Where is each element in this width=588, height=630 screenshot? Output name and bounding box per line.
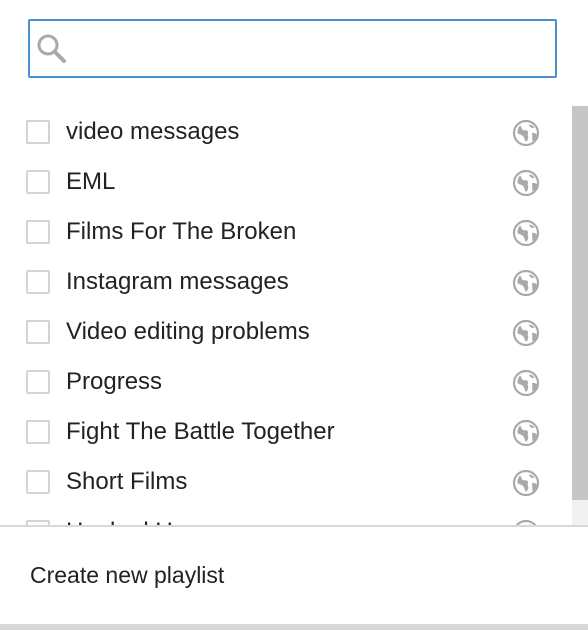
search-icon [37, 34, 66, 63]
playlist-label: Progress [66, 368, 163, 395]
create-new-playlist-button[interactable]: Create new playlist [30, 562, 224, 589]
playlist-checkbox[interactable] [26, 470, 50, 494]
scrollbar-thumb[interactable] [572, 106, 588, 500]
playlist-label: Short Films [66, 468, 188, 495]
playlist-checkbox[interactable] [26, 270, 50, 294]
divider [0, 525, 588, 527]
playlist-label: Films For The Broken [66, 218, 297, 245]
playlist-item[interactable]: Short Films [0, 456, 560, 506]
globe-icon [512, 169, 540, 197]
playlist-checkbox[interactable] [26, 120, 50, 144]
playlist-label: video messages [66, 118, 240, 145]
playlist-item[interactable]: Video editing problems [0, 306, 560, 356]
playlist-label: EML [66, 168, 116, 195]
playlist-item[interactable]: Instagram messages [0, 256, 560, 306]
globe-icon [512, 119, 540, 147]
search-box[interactable] [28, 19, 557, 78]
playlist-label: Fight The Battle Together [66, 418, 335, 445]
playlist-checkbox[interactable] [26, 320, 50, 344]
playlist-item[interactable]: Films For The Broken [0, 206, 560, 256]
playlist-item[interactable]: video messages [0, 106, 560, 156]
playlist-label: Video editing problems [66, 318, 310, 345]
playlist-checkbox[interactable] [26, 420, 50, 444]
playlist-item[interactable]: EML [0, 156, 560, 206]
scrollbar[interactable] [572, 106, 588, 526]
playlist-list: video messages EML Films For The Broken Ins… [0, 106, 588, 526]
playlist-item[interactable]: Hooked Up [0, 506, 560, 526]
search-input[interactable] [78, 29, 552, 71]
playlist-item[interactable]: Progress [0, 356, 560, 406]
globe-icon [512, 269, 540, 297]
playlist-item[interactable]: Fight The Battle Together [0, 406, 560, 456]
globe-icon [512, 419, 540, 447]
playlist-checkbox[interactable] [26, 370, 50, 394]
globe-icon [512, 369, 540, 397]
playlist-checkbox[interactable] [26, 220, 50, 244]
panel-bottom-border [0, 624, 588, 630]
globe-icon [512, 469, 540, 497]
globe-icon [512, 219, 540, 247]
playlist-label: Instagram messages [66, 268, 289, 295]
globe-icon [512, 319, 540, 347]
playlist-checkbox[interactable] [26, 170, 50, 194]
add-to-playlist-panel: video messages EML Films For The Broken Ins… [0, 0, 588, 630]
